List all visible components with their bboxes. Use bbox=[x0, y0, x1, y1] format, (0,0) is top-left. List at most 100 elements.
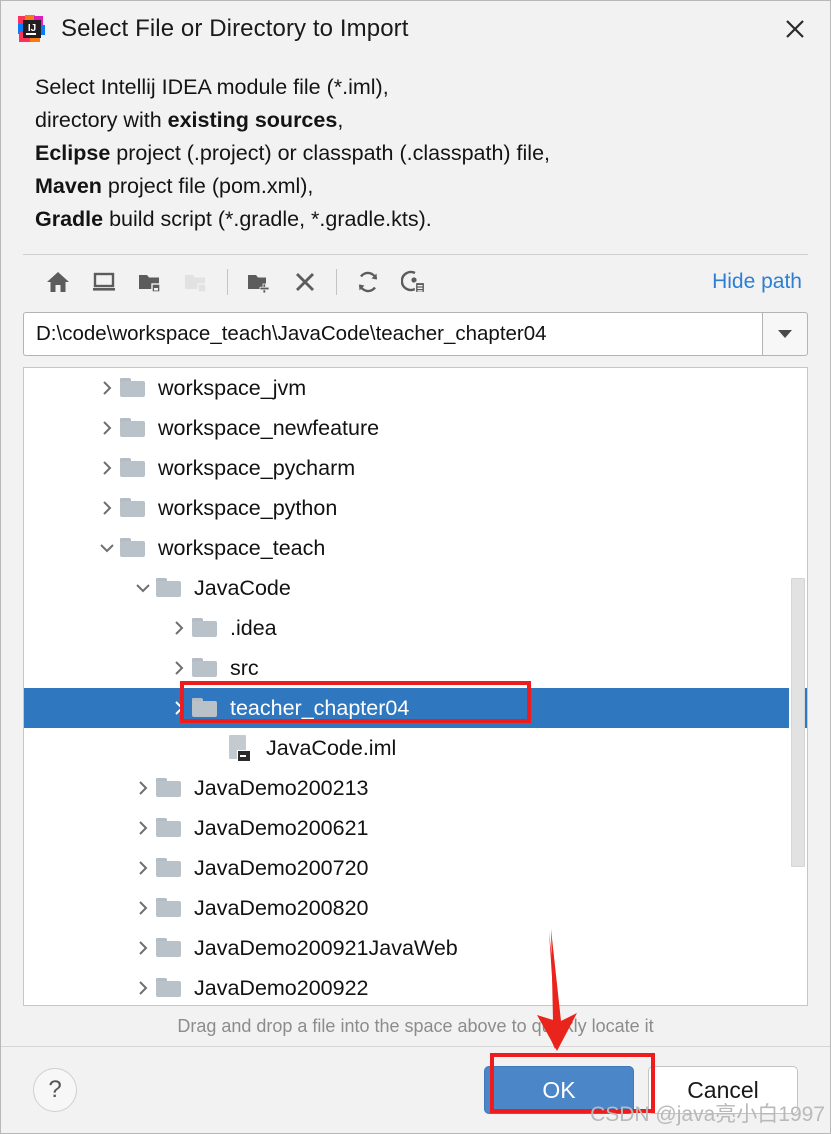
tree-row-label: src bbox=[230, 655, 259, 680]
new-folder-icon[interactable] bbox=[236, 263, 282, 301]
file-tree-panel: workspace_jvm workspace_newfeatureworkspa… bbox=[23, 367, 808, 1006]
tree-row-label: teacher_chapter04 bbox=[230, 695, 410, 720]
tree-row[interactable]: JavaDemo200820 bbox=[24, 888, 807, 928]
description-line-2-suffix: , bbox=[337, 108, 344, 132]
tree-row-label: workspace_python bbox=[158, 495, 338, 520]
folder-icon bbox=[120, 458, 152, 478]
description-line-2-emphasis: existing sources bbox=[167, 108, 338, 132]
folder-icon bbox=[192, 698, 224, 718]
tree-row[interactable]: workspace_teach bbox=[24, 528, 807, 568]
chevron-right-icon[interactable] bbox=[130, 939, 156, 957]
intellij-idea-logo-icon: IJ bbox=[17, 14, 47, 44]
tree-row-label: JavaDemo200720 bbox=[194, 855, 369, 880]
tree-row[interactable]: JavaDemo200621 bbox=[24, 808, 807, 848]
cancel-button[interactable]: Cancel bbox=[648, 1066, 798, 1114]
description-line-1-text: Select Intellij IDEA module file (*.iml)… bbox=[35, 75, 389, 99]
tree-row[interactable]: JavaDemo200213 bbox=[24, 768, 807, 808]
dialog-description: Select Intellij IDEA module file (*.iml)… bbox=[1, 57, 830, 244]
tree-row-label: workspace_teach bbox=[158, 535, 326, 560]
show-hidden-files-icon[interactable] bbox=[391, 263, 437, 301]
chevron-right-icon[interactable] bbox=[94, 379, 120, 397]
path-input[interactable]: D:\code\workspace_teach\JavaCode\teacher… bbox=[23, 312, 762, 356]
tree-row-label: JavaDemo200820 bbox=[194, 895, 369, 920]
folder-icon bbox=[120, 498, 152, 518]
description-line-3: Eclipse project (.project) or classpath … bbox=[35, 137, 796, 170]
tree-row-label: workspace_pycharm bbox=[158, 455, 356, 480]
folder-icon bbox=[156, 818, 188, 838]
chevron-down-icon[interactable] bbox=[130, 579, 156, 597]
tree-row[interactable]: workspace_python bbox=[24, 488, 807, 528]
chevron-down-icon[interactable] bbox=[94, 539, 120, 557]
description-line-2-prefix: directory with bbox=[35, 108, 168, 132]
chevron-right-icon[interactable] bbox=[166, 659, 192, 677]
tree-row-label: workspace_newfeature bbox=[158, 415, 380, 440]
tree-row-label: JavaCode bbox=[194, 575, 291, 600]
description-line-5-emphasis: Gradle bbox=[35, 207, 104, 231]
toolbar-divider bbox=[227, 269, 228, 295]
svg-text:IJ: IJ bbox=[28, 23, 36, 34]
chevron-right-icon[interactable] bbox=[130, 979, 156, 997]
help-button[interactable]: ? bbox=[33, 1068, 77, 1112]
tree-row[interactable]: workspace_newfeature bbox=[24, 408, 807, 448]
tree-row[interactable]: .idea bbox=[24, 608, 807, 648]
hide-path-link[interactable]: Hide path bbox=[712, 270, 808, 294]
folder-icon bbox=[192, 618, 224, 638]
description-line-5: Gradle build script (*.gradle, *.gradle.… bbox=[35, 203, 796, 236]
chevron-right-icon[interactable] bbox=[130, 779, 156, 797]
folder-icon bbox=[120, 418, 152, 438]
tree-row-label: JavaDemo200213 bbox=[194, 775, 369, 800]
file-tree[interactable]: workspace_jvm workspace_newfeatureworkspa… bbox=[24, 368, 807, 1005]
dialog-titlebar: IJ Select File or Directory to Import bbox=[1, 1, 830, 57]
tree-row[interactable]: src bbox=[24, 648, 807, 688]
dialog-title: Select File or Directory to Import bbox=[61, 15, 409, 42]
folder-icon bbox=[156, 898, 188, 918]
tree-row[interactable]: JavaDemo200922 bbox=[24, 968, 807, 1005]
project-folder-icon[interactable] bbox=[127, 263, 173, 301]
chevron-right-icon[interactable] bbox=[166, 699, 192, 717]
chevron-right-icon[interactable] bbox=[94, 459, 120, 477]
tree-scrollbar[interactable] bbox=[789, 368, 805, 1005]
tree-row-label: JavaDemo200921JavaWeb bbox=[194, 935, 458, 960]
tree-scrollbar-thumb[interactable] bbox=[791, 578, 805, 867]
path-dropdown-button[interactable] bbox=[762, 312, 808, 356]
screenshot-root: IJ Select File or Directory to Import Se… bbox=[0, 0, 831, 1134]
folder-icon bbox=[156, 778, 188, 798]
delete-icon[interactable] bbox=[282, 263, 328, 301]
tree-row[interactable]: workspace_pycharm bbox=[24, 448, 807, 488]
tree-row[interactable]: JavaCode bbox=[24, 568, 807, 608]
tree-row[interactable]: JavaDemo200921JavaWeb bbox=[24, 928, 807, 968]
chevron-right-icon[interactable] bbox=[130, 899, 156, 917]
folder-icon bbox=[156, 858, 188, 878]
description-line-4: Maven project file (pom.xml), bbox=[35, 170, 796, 203]
tree-row-label: JavaCode.iml bbox=[266, 735, 397, 760]
refresh-icon[interactable] bbox=[345, 263, 391, 301]
chevron-right-icon[interactable] bbox=[130, 859, 156, 877]
tree-row-label: workspace_jvm bbox=[158, 375, 307, 400]
tree-row[interactable]: teacher_chapter04 bbox=[24, 688, 807, 728]
drag-drop-hint: Drag and drop a file into the space abov… bbox=[177, 1015, 654, 1036]
chevron-right-icon[interactable] bbox=[166, 619, 192, 637]
folder-icon bbox=[120, 538, 152, 558]
path-input-value: D:\code\workspace_teach\JavaCode\teacher… bbox=[36, 322, 547, 345]
chevron-right-icon[interactable] bbox=[130, 819, 156, 837]
tree-row[interactable]: JavaCode.iml bbox=[24, 728, 807, 768]
description-line-5-suffix: build script (*.gradle, *.gradle.kts). bbox=[103, 207, 432, 231]
chevron-right-icon[interactable] bbox=[94, 419, 120, 437]
tree-row[interactable]: workspace_jvm bbox=[24, 368, 807, 408]
desktop-icon[interactable] bbox=[81, 263, 127, 301]
close-icon[interactable] bbox=[772, 9, 818, 49]
description-line-3-emphasis: Eclipse bbox=[35, 141, 111, 165]
tree-row[interactable]: JavaDemo200720 bbox=[24, 848, 807, 888]
home-icon[interactable] bbox=[35, 263, 81, 301]
iml-file-icon bbox=[228, 735, 260, 762]
description-line-2: directory with existing sources, bbox=[35, 104, 796, 137]
tree-row-label: .idea bbox=[230, 615, 277, 640]
file-chooser-toolbar: Hide path bbox=[1, 255, 830, 309]
import-file-dialog: IJ Select File or Directory to Import Se… bbox=[0, 0, 831, 1134]
ok-button[interactable]: OK bbox=[484, 1066, 634, 1114]
description-line-4-suffix: project file (pom.xml), bbox=[101, 174, 314, 198]
dialog-footer: ? OK Cancel bbox=[1, 1047, 830, 1133]
chevron-right-icon[interactable] bbox=[94, 499, 120, 517]
folder-icon bbox=[156, 938, 188, 958]
chevron-down-icon bbox=[778, 330, 792, 338]
